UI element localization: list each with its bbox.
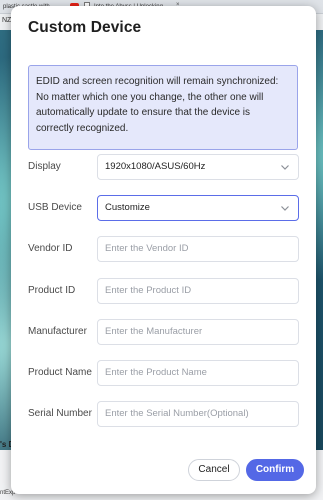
vendor-id-label: Vendor ID [28,243,73,254]
display-select-value: 1920x1080/ASUS/60Hz [105,161,206,172]
product-name-row: Product Name Enter the Product Name [28,360,299,386]
product-name-label: Product Name [28,367,92,378]
sync-notice: EDID and screen recognition will remain … [28,65,298,150]
product-name-placeholder: Enter the Product Name [105,367,207,378]
chevron-down-icon [279,161,291,173]
manufacturer-placeholder: Enter the Manufacturer [105,326,203,337]
manufacturer-label: Manufacturer [28,326,87,337]
product-id-label: Product ID [28,285,76,296]
product-name-input[interactable]: Enter the Product Name [97,360,299,386]
product-id-input[interactable]: Enter the Product ID [97,278,299,304]
usb-device-label: USB Device [28,202,82,213]
vendor-id-input[interactable]: Enter the Vendor ID [97,236,299,262]
vendor-id-placeholder: Enter the Vendor ID [105,243,189,254]
manufacturer-row: Manufacturer Enter the Manufacturer [28,319,299,345]
display-select[interactable]: 1920x1080/ASUS/60Hz [97,154,299,180]
usb-device-select-value: Customize [105,202,150,213]
serial-number-placeholder: Enter the Serial Number(Optional) [105,408,249,419]
vendor-id-row: Vendor ID Enter the Vendor ID [28,236,299,262]
chevron-down-icon [279,202,291,214]
custom-device-dialog: Custom Device EDID and screen recognitio… [11,6,316,494]
serial-number-input[interactable]: Enter the Serial Number(Optional) [97,401,299,427]
cancel-button[interactable]: Cancel [188,459,240,481]
manufacturer-input[interactable]: Enter the Manufacturer [97,319,299,345]
serial-number-row: Serial Number Enter the Serial Number(Op… [28,401,299,427]
display-row: Display 1920x1080/ASUS/60Hz [28,154,299,180]
usb-device-row: USB Device Customize [28,195,299,221]
usb-device-select[interactable]: Customize [97,195,299,221]
confirm-button[interactable]: Confirm [246,459,304,481]
serial-number-label: Serial Number [28,408,92,419]
product-id-placeholder: Enter the Product ID [105,285,192,296]
product-id-row: Product ID Enter the Product ID [28,278,299,304]
dialog-title: Custom Device [28,19,142,36]
display-label: Display [28,161,61,172]
